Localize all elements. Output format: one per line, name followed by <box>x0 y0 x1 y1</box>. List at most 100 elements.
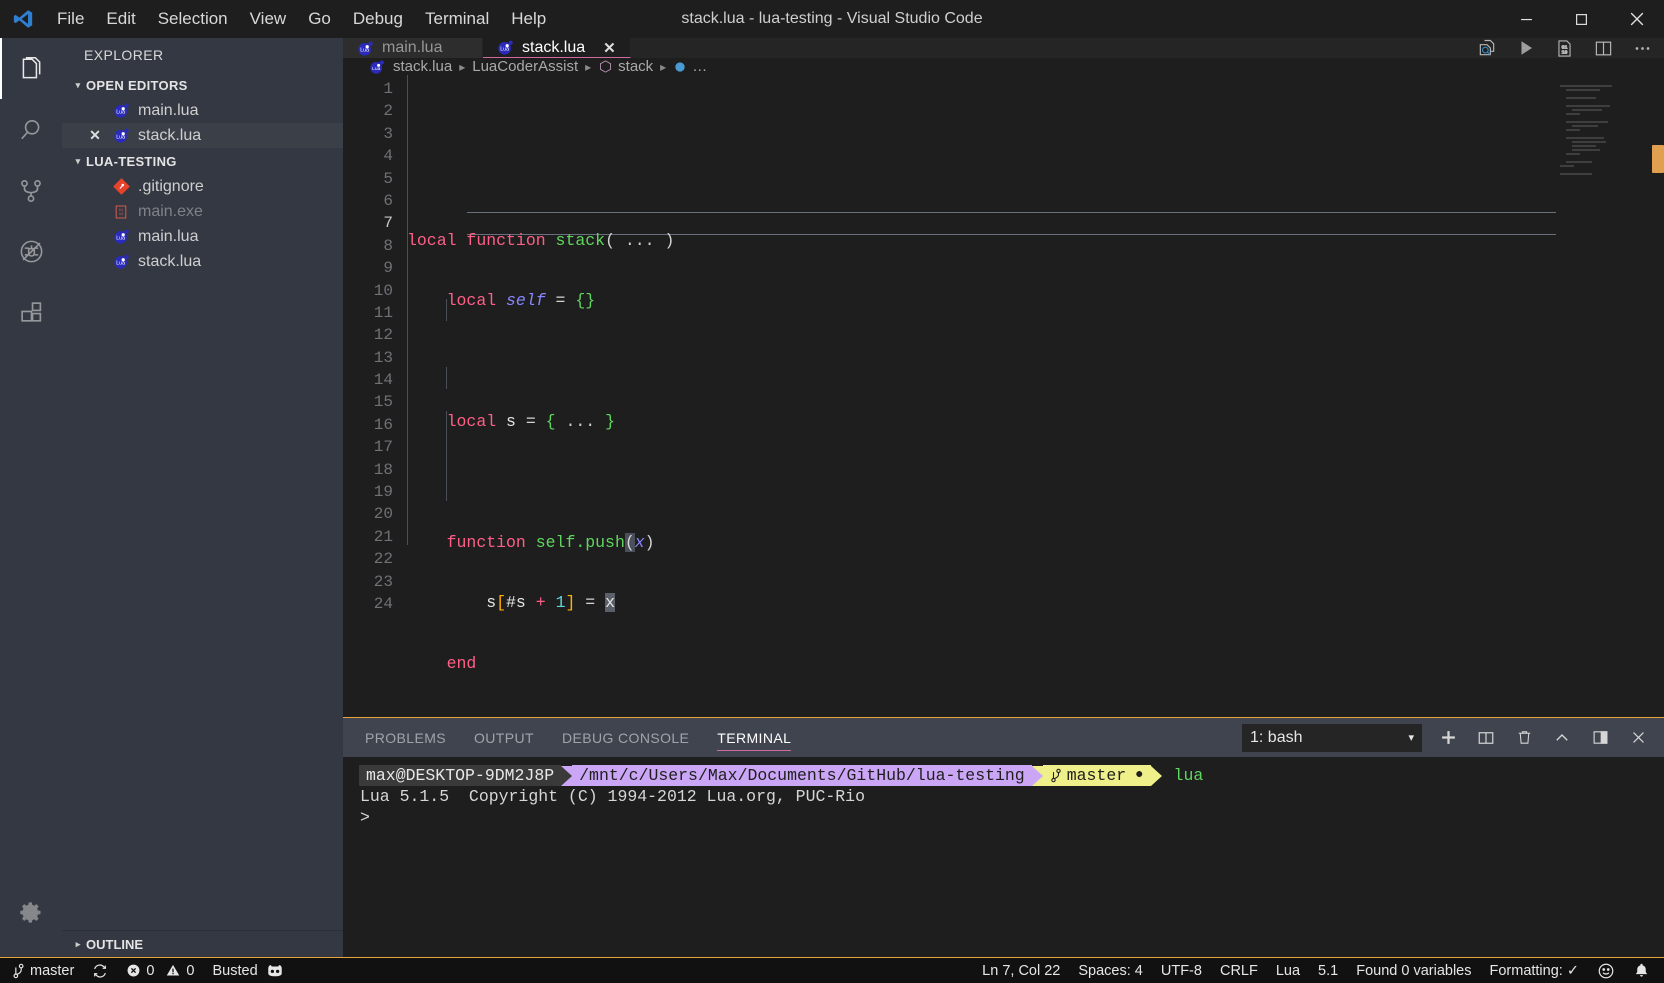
menu-go[interactable]: Go <box>297 6 342 32</box>
section-lua-testing[interactable]: ▾ LUA-TESTING <box>62 148 343 174</box>
menu-edit[interactable]: Edit <box>95 6 146 32</box>
status-feedback-smiley[interactable] <box>1588 958 1624 983</box>
hex-editor-icon[interactable]: 01 10 <box>1555 39 1574 58</box>
split-editor-icon[interactable] <box>1594 39 1613 58</box>
powerline-separator-icon <box>561 765 573 786</box>
svg-text:Lua: Lua <box>116 135 125 141</box>
new-terminal-icon[interactable] <box>1436 725 1460 751</box>
run-play-icon[interactable] <box>1517 39 1535 57</box>
close-panel-icon[interactable] <box>1626 725 1650 751</box>
panel-tab-bar[interactable]: PROBLEMS OUTPUT DEBUG CONSOLE TERMINAL 1… <box>343 718 1664 757</box>
maximize-button[interactable] <box>1554 0 1609 38</box>
menu-help[interactable]: Help <box>500 6 557 32</box>
line-number: 17 <box>373 438 393 457</box>
activity-bar[interactable] <box>0 38 62 957</box>
status-problems[interactable]: 0 0 <box>117 958 203 983</box>
breadcrumb-item-more[interactable]: … <box>692 58 707 75</box>
minimize-button[interactable] <box>1499 0 1554 38</box>
terminal-path: /mnt/c/Users/Max/Documents/GitHub/lua-te… <box>572 765 1032 786</box>
tab-main-lua[interactable]: Lua main.lua <box>343 38 483 58</box>
menu-debug[interactable]: Debug <box>342 6 414 32</box>
line-number: 5 <box>383 169 393 188</box>
status-branch[interactable]: master <box>0 958 83 983</box>
bottom-panel: PROBLEMS OUTPUT DEBUG CONSOLE TERMINAL 1… <box>343 717 1664 957</box>
status-language-mode[interactable]: Lua <box>1267 958 1309 983</box>
section-open-editors[interactable]: ▾ OPEN EDITORS <box>62 72 343 98</box>
open-editor-main-lua[interactable]: Lua main.lua <box>62 98 343 123</box>
file-stack-lua[interactable]: Lua stack.lua <box>62 249 343 274</box>
activity-explorer-icon[interactable] <box>0 38 62 99</box>
menu-view[interactable]: View <box>239 6 298 32</box>
tab-problems[interactable]: PROBLEMS <box>365 718 446 757</box>
code-line: s[#s + 1] = x <box>486 593 615 613</box>
terminal-select[interactable]: 1: bash ▾ <box>1242 723 1422 752</box>
file-main-lua[interactable]: Lua main.lua <box>62 224 343 249</box>
code-editor[interactable]: 1 2 3 4 5 6 7 8 9 10 11 12 13 14 15 16 17 18 19 20 21 22 23 24 … <box>343 75 1664 717</box>
open-editor-label: stack.lua <box>138 126 202 144</box>
status-notifications-bell[interactable] <box>1624 958 1664 983</box>
status-sync[interactable] <box>83 958 117 983</box>
menu-file[interactable]: File <box>46 6 95 32</box>
window-controls[interactable] <box>1499 0 1664 38</box>
error-icon <box>127 964 140 977</box>
line-number: 13 <box>373 348 393 367</box>
tab-label: stack.lua <box>522 38 586 56</box>
status-eol[interactable]: CRLF <box>1211 958 1267 983</box>
tab-close-icon[interactable]: ✕ <box>603 39 616 57</box>
terminal-command: lua <box>1173 766 1204 785</box>
split-terminal-icon[interactable] <box>1474 725 1498 751</box>
scrollbar-marker[interactable] <box>1652 145 1664 173</box>
tab-terminal[interactable]: TERMINAL <box>717 718 792 757</box>
status-indentation[interactable]: Spaces: 4 <box>1069 958 1152 983</box>
tab-stack-lua[interactable]: Lua stack.lua ✕ <box>483 38 631 58</box>
kill-terminal-icon[interactable] <box>1512 725 1536 751</box>
terminal-branch-label: master <box>1066 766 1127 785</box>
svg-text:10: 10 <box>1562 49 1568 55</box>
activity-debug-icon[interactable] <box>0 221 62 282</box>
editor-toolbar[interactable]: 01 10 <box>1477 38 1664 58</box>
chevron-right-icon: ▸ <box>75 938 81 949</box>
restore-panel-icon[interactable] <box>1588 725 1612 751</box>
activity-settings-gear-icon[interactable] <box>0 882 62 943</box>
activity-extensions-icon[interactable] <box>0 282 62 343</box>
terminal-content[interactable]: max@DESKTOP-9DM2J8P /mnt/c/Users/Max/Doc… <box>343 757 1664 957</box>
close-button[interactable] <box>1609 0 1664 38</box>
maximize-panel-icon[interactable] <box>1550 725 1574 751</box>
breadcrumb-item-module[interactable]: LuaCoderAssist <box>472 58 578 75</box>
lua-file-icon: Lua <box>110 127 132 144</box>
status-encoding[interactable]: UTF-8 <box>1152 958 1211 983</box>
status-busted-label: Busted <box>212 962 258 979</box>
minimap[interactable] <box>1558 75 1650 717</box>
status-lua-version[interactable]: 5.1 <box>1309 958 1347 983</box>
file-gitignore[interactable]: .gitignore <box>62 174 343 199</box>
section-outline[interactable]: ▸ OUTLINE <box>62 930 343 957</box>
close-icon[interactable]: ✕ <box>88 127 102 144</box>
file-main-exe[interactable]: 01 10 main.exe <box>62 199 343 224</box>
powerline-separator-icon <box>1031 765 1043 786</box>
status-cursor-position[interactable]: Ln 7, Col 22 <box>973 958 1069 983</box>
open-changes-icon[interactable] <box>1477 38 1497 58</box>
activity-source-control-icon[interactable] <box>0 160 62 221</box>
menu-selection[interactable]: Selection <box>147 6 239 32</box>
code-content[interactable]: local function stack( ... ) local self =… <box>405 75 1664 717</box>
chevron-right-icon: ▸ <box>660 59 667 74</box>
panel-actions[interactable]: 1: bash ▾ <box>1242 723 1664 752</box>
more-actions-icon[interactable] <box>1633 39 1652 58</box>
open-editor-stack-lua[interactable]: ✕ Lua stack.lua <box>62 123 343 148</box>
breadcrumb-item-symbol[interactable]: stack <box>618 58 653 75</box>
status-formatting[interactable]: Formatting: ✓ <box>1480 958 1588 983</box>
status-variables-found[interactable]: Found 0 variables <box>1347 958 1480 983</box>
open-editor-label: main.lua <box>138 101 199 119</box>
menu-bar[interactable]: File Edit Selection View Go Debug Termin… <box>46 0 557 38</box>
file-label: main.lua <box>138 227 199 245</box>
breadcrumb-item-file[interactable]: stack.lua <box>393 58 452 75</box>
activity-search-icon[interactable] <box>0 99 62 160</box>
menu-terminal[interactable]: Terminal <box>414 6 500 32</box>
breadcrumb[interactable]: Lua stack.lua ▸ LuaCoderAssist ▸ stack ▸… <box>343 58 1664 75</box>
tab-debug-console[interactable]: DEBUG CONSOLE <box>562 718 689 757</box>
tab-output[interactable]: OUTPUT <box>474 718 534 757</box>
status-busted[interactable]: Busted <box>203 958 292 983</box>
line-number: 22 <box>373 550 393 569</box>
line-number: 21 <box>373 527 393 546</box>
